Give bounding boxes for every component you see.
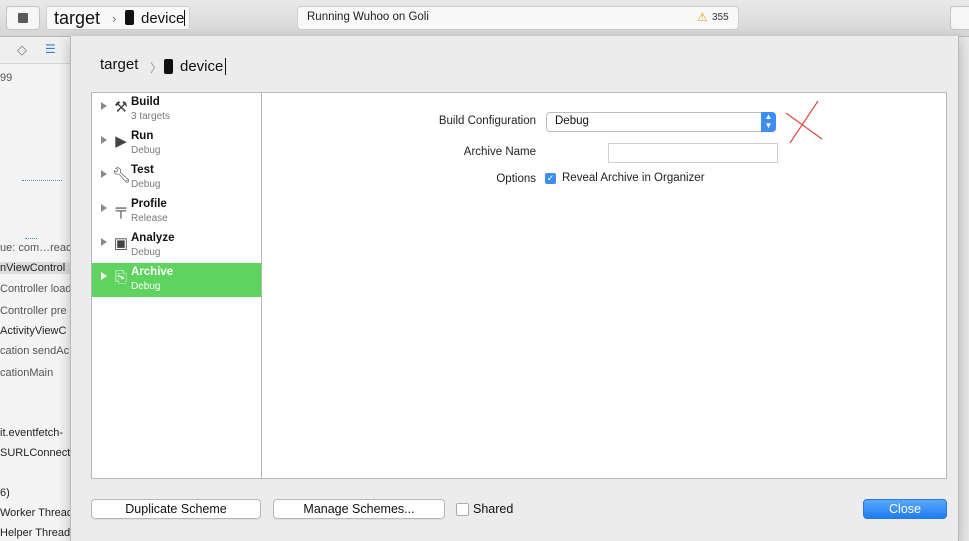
manage-schemes-button[interactable]: Manage Schemes... — [273, 499, 445, 519]
scheme-editor-sheet: target 〉 device ⚒ Build 3 targets ▶ Run … — [70, 36, 959, 541]
device-icon — [164, 59, 173, 74]
activity-status: Running Wuhoo on Goli — [307, 11, 429, 23]
hammer-icon: ⚒ — [114, 99, 128, 116]
archive-detail-panel: Build Configuration Debug ▲ ▼ Archive Nam… — [261, 92, 947, 479]
breakpoint-nav-icon[interactable]: ◇ — [17, 42, 27, 58]
bg-line: SURLConnecti — [0, 447, 71, 459]
stop-icon — [18, 13, 28, 23]
action-run[interactable]: ▶ Run Debug — [92, 127, 261, 161]
action-sub: Debug — [131, 281, 161, 292]
analyze-icon: ▣ — [113, 235, 129, 252]
action-profile[interactable]: ╤ Profile Release — [92, 195, 261, 229]
build-configuration-label: Build Configuration — [438, 115, 536, 127]
disclosure-triangle-icon[interactable] — [101, 272, 107, 280]
play-icon: ▶ — [115, 133, 127, 150]
bg-line: ue: com…read — [0, 242, 71, 254]
bg-line: 99 — [0, 72, 13, 84]
caliper-icon: ╤ — [115, 201, 127, 218]
bg-line: 6) — [0, 487, 10, 499]
shared-label[interactable]: Shared — [473, 502, 513, 516]
disclosure-triangle-icon[interactable] — [101, 102, 107, 110]
stop-button[interactable] — [6, 6, 40, 30]
sheet-scheme-target[interactable]: target — [100, 56, 138, 73]
duplicate-scheme-button[interactable]: Duplicate Scheme — [91, 499, 261, 519]
disclosure-triangle-icon[interactable] — [101, 204, 107, 212]
wrench-icon: 🔧︎ — [112, 167, 132, 184]
bg-line: cationMain — [0, 367, 54, 379]
bg-line: cation sendAc — [0, 345, 70, 357]
action-test[interactable]: 🔧︎ Test Debug — [92, 161, 261, 195]
device-icon — [125, 10, 134, 25]
action-sub: Release — [131, 213, 168, 224]
sheet-scheme-device[interactable]: device — [180, 58, 223, 75]
editor-toggle-button[interactable] — [950, 6, 969, 30]
text-caret — [225, 58, 226, 75]
disclosure-triangle-icon[interactable] — [101, 170, 107, 178]
options-label: Options — [496, 173, 536, 185]
toolbar: target › device Running Wuhoo on Goli ⚠ … — [0, 0, 969, 37]
text-caret — [184, 10, 185, 26]
action-sub: Debug — [131, 247, 161, 258]
action-build[interactable]: ⚒ Build 3 targets — [92, 93, 261, 127]
bg-line: ActivityViewC — [0, 325, 67, 337]
disclosure-triangle-icon[interactable] — [101, 136, 107, 144]
background-navigator: ◇ ☰ 99 ue: com…read nViewControl Control… — [0, 37, 71, 541]
action-name: Analyze — [131, 232, 175, 244]
action-sub: Debug — [131, 179, 161, 190]
warning-count[interactable]: 355 — [712, 12, 729, 23]
bg-line: nViewControl — [0, 262, 70, 274]
action-name: Run — [131, 130, 154, 142]
action-name: Archive — [131, 266, 174, 278]
bg-line: Helper Thread — [0, 527, 71, 539]
close-button[interactable]: Close — [863, 499, 947, 519]
action-sub: 3 targets — [131, 111, 170, 122]
navigator-tabs: ◇ ☰ — [0, 37, 70, 64]
reveal-archive-label[interactable]: Reveal Archive in Organizer — [562, 172, 705, 184]
cpu-sparkline — [22, 176, 62, 181]
cross-mark-annotation — [785, 100, 823, 144]
scheme-device: device — [141, 10, 185, 27]
action-name: Profile — [131, 198, 167, 210]
reveal-archive-checkbox[interactable]: ✓ — [545, 173, 556, 184]
bg-line: Controller pre — [0, 305, 67, 317]
chevron-right-icon: › — [112, 11, 117, 26]
scheme-selector[interactable]: target › device — [46, 6, 190, 30]
build-configuration-value: Debug — [555, 115, 589, 127]
scheme-target: target — [54, 8, 101, 28]
memory-sparkline — [25, 234, 37, 239]
report-nav-icon[interactable]: ☰ — [45, 42, 56, 56]
action-name: Build — [131, 96, 160, 108]
action-name: Test — [131, 164, 154, 176]
warning-icon[interactable]: ⚠ — [697, 10, 708, 24]
archive-name-label: Archive Name — [463, 146, 536, 158]
build-configuration-popup[interactable]: Debug ▲ ▼ — [546, 112, 776, 132]
bg-line: Controller load — [0, 283, 71, 295]
chevron-right-icon: 〉 — [150, 61, 163, 75]
bg-line: Worker Thread — [0, 507, 71, 519]
bg-line: it.eventfetch- — [0, 427, 63, 439]
action-analyze[interactable]: ▣ Analyze Debug — [92, 229, 261, 263]
popup-stepper-icon: ▲ ▼ — [761, 112, 776, 132]
scheme-action-list: ⚒ Build 3 targets ▶ Run Debug 🔧︎ Test De… — [91, 92, 261, 479]
action-sub: Debug — [131, 145, 161, 156]
archive-icon: ⎘ — [114, 269, 127, 286]
action-archive[interactable]: ⎘ Archive Debug — [92, 263, 261, 297]
disclosure-triangle-icon[interactable] — [101, 238, 107, 246]
archive-name-field[interactable] — [608, 143, 778, 163]
shared-checkbox[interactable] — [456, 503, 469, 516]
activity-view: Running Wuhoo on Goli ⚠ 355 — [297, 6, 739, 30]
